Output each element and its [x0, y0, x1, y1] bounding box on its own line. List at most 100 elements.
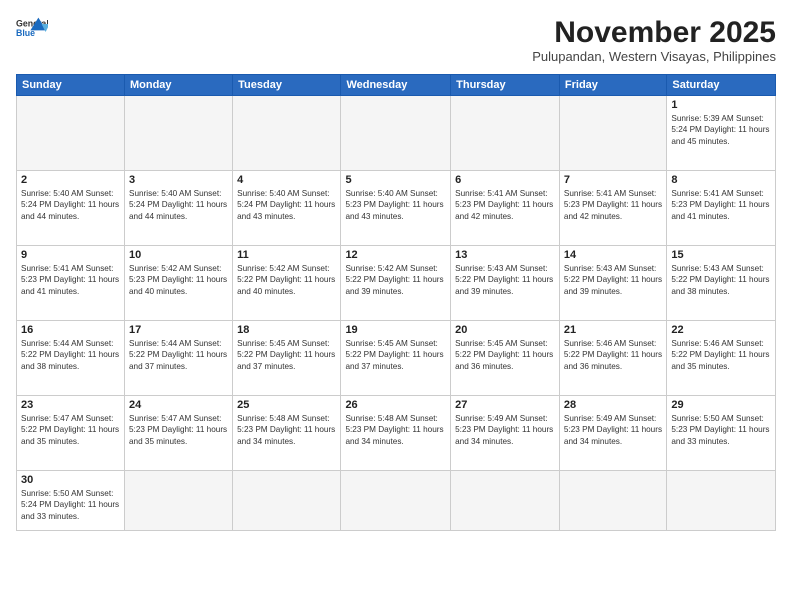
calendar-cell: 10Sunrise: 5:42 AM Sunset: 5:23 PM Dayli…: [124, 246, 232, 321]
calendar-cell: 14 Sunrise: 5:43 AM Sunset: 5:22 PM Dayli…: [559, 246, 666, 321]
calendar-cell: 16 Sunrise: 5:44 AM Sunset: 5:22 PM Dayli…: [17, 321, 125, 396]
header: General Blue November 2025 Pulupandan, W…: [16, 16, 776, 64]
day-info: Sunrise: 5:42 AM Sunset: 5:22 PM Dayligh…: [237, 263, 336, 297]
calendar-cell: 21Sunrise: 5:46 AM Sunset: 5:22 PM Dayli…: [559, 321, 666, 396]
calendar-cell: [124, 471, 232, 531]
title-section: November 2025 Pulupandan, Western Visaya…: [532, 16, 776, 64]
day-number: 5: [345, 174, 446, 186]
calendar-cell: 13Sunrise: 5:43 AM Sunset: 5:22 PM Dayli…: [451, 246, 560, 321]
day-info: Sunrise: 5:41 AM Sunset: 5:23 PM Dayligh…: [671, 188, 771, 222]
day-number: 13: [455, 249, 555, 261]
calendar-cell: 6 Sunrise: 5:41 AM Sunset: 5:23 PM Daylig…: [451, 171, 560, 246]
day-info: Sunrise: 5:41 AM Sunset: 5:23 PM Dayligh…: [455, 188, 555, 222]
day-number: 8: [671, 174, 771, 186]
calendar-cell: [124, 96, 232, 171]
day-number: 12: [345, 249, 446, 261]
day-number: 22: [671, 324, 771, 336]
calendar-header-saturday: Saturday: [667, 75, 776, 96]
day-number: 26: [345, 399, 446, 411]
calendar-cell: 17Sunrise: 5:44 AM Sunset: 5:22 PM Dayli…: [124, 321, 232, 396]
day-number: 2: [21, 174, 120, 186]
day-info: Sunrise: 5:43 AM Sunset: 5:22 PM Dayligh…: [671, 263, 771, 297]
day-info: Sunrise: 5:43 AM Sunset: 5:22 PM Dayligh…: [564, 263, 662, 297]
month-title: November 2025: [532, 16, 776, 49]
calendar-cell: 15Sunrise: 5:43 AM Sunset: 5:22 PM Dayli…: [667, 246, 776, 321]
logo: General Blue: [16, 16, 48, 44]
calendar-header-tuesday: Tuesday: [233, 75, 341, 96]
calendar-cell: [451, 471, 560, 531]
day-info: Sunrise: 5:40 AM Sunset: 5:24 PM Dayligh…: [129, 188, 228, 222]
day-info: Sunrise: 5:45 AM Sunset: 5:22 PM Dayligh…: [345, 338, 446, 372]
calendar-header-friday: Friday: [559, 75, 666, 96]
calendar-cell: 30 Sunrise: 5:50 AM Sunset: 5:24 PM Dayli…: [17, 471, 125, 531]
calendar: SundayMondayTuesdayWednesdayThursdayFrid…: [16, 74, 776, 531]
calendar-cell: 22 Sunrise: 5:46 AM Sunset: 5:22 PM Dayli…: [667, 321, 776, 396]
calendar-cell: 3 Sunrise: 5:40 AM Sunset: 5:24 PM Daylig…: [124, 171, 232, 246]
day-number: 21: [564, 324, 662, 336]
logo-icon: General Blue: [16, 16, 48, 44]
day-info: Sunrise: 5:40 AM Sunset: 5:24 PM Dayligh…: [237, 188, 336, 222]
day-info: Sunrise: 5:40 AM Sunset: 5:24 PM Dayligh…: [21, 188, 120, 222]
day-number: 7: [564, 174, 662, 186]
day-number: 28: [564, 399, 662, 411]
calendar-cell: [17, 96, 125, 171]
day-info: Sunrise: 5:48 AM Sunset: 5:23 PM Dayligh…: [345, 413, 446, 447]
calendar-cell: 27 Sunrise: 5:49 AM Sunset: 5:23 PM Dayli…: [451, 396, 560, 471]
calendar-cell: 12 Sunrise: 5:42 AM Sunset: 5:22 PM Dayli…: [341, 246, 451, 321]
day-number: 18: [237, 324, 336, 336]
day-info: Sunrise: 5:45 AM Sunset: 5:22 PM Dayligh…: [455, 338, 555, 372]
calendar-cell: [233, 471, 341, 531]
day-number: 29: [671, 399, 771, 411]
day-info: Sunrise: 5:41 AM Sunset: 5:23 PM Dayligh…: [564, 188, 662, 222]
day-info: Sunrise: 5:48 AM Sunset: 5:23 PM Dayligh…: [237, 413, 336, 447]
day-number: 11: [237, 249, 336, 261]
calendar-cell: 25 Sunrise: 5:48 AM Sunset: 5:23 PM Dayli…: [233, 396, 341, 471]
calendar-cell: 8 Sunrise: 5:41 AM Sunset: 5:23 PM Daylig…: [667, 171, 776, 246]
day-number: 9: [21, 249, 120, 261]
day-number: 27: [455, 399, 555, 411]
day-info: Sunrise: 5:49 AM Sunset: 5:23 PM Dayligh…: [564, 413, 662, 447]
day-number: 30: [21, 474, 120, 486]
day-number: 6: [455, 174, 555, 186]
calendar-cell: 1Sunrise: 5:39 AM Sunset: 5:24 PM Daylig…: [667, 96, 776, 171]
day-info: Sunrise: 5:47 AM Sunset: 5:23 PM Dayligh…: [129, 413, 228, 447]
day-info: Sunrise: 5:40 AM Sunset: 5:23 PM Dayligh…: [345, 188, 446, 222]
day-info: Sunrise: 5:50 AM Sunset: 5:24 PM Dayligh…: [21, 488, 120, 522]
calendar-cell: 28 Sunrise: 5:49 AM Sunset: 5:23 PM Dayli…: [559, 396, 666, 471]
day-number: 3: [129, 174, 228, 186]
calendar-cell: 11 Sunrise: 5:42 AM Sunset: 5:22 PM Dayli…: [233, 246, 341, 321]
day-info: Sunrise: 5:42 AM Sunset: 5:23 PM Dayligh…: [129, 263, 228, 297]
location: Pulupandan, Western Visayas, Philippines: [532, 49, 776, 64]
day-info: Sunrise: 5:49 AM Sunset: 5:23 PM Dayligh…: [455, 413, 555, 447]
calendar-cell: 18 Sunrise: 5:45 AM Sunset: 5:22 PM Dayli…: [233, 321, 341, 396]
calendar-cell: 2 Sunrise: 5:40 AM Sunset: 5:24 PM Daylig…: [17, 171, 125, 246]
calendar-cell: 4 Sunrise: 5:40 AM Sunset: 5:24 PM Daylig…: [233, 171, 341, 246]
calendar-cell: 26 Sunrise: 5:48 AM Sunset: 5:23 PM Dayli…: [341, 396, 451, 471]
calendar-cell: [559, 471, 666, 531]
day-info: Sunrise: 5:44 AM Sunset: 5:22 PM Dayligh…: [21, 338, 120, 372]
day-number: 14: [564, 249, 662, 261]
calendar-cell: 20Sunrise: 5:45 AM Sunset: 5:22 PM Dayli…: [451, 321, 560, 396]
calendar-cell: [559, 96, 666, 171]
calendar-header-wednesday: Wednesday: [341, 75, 451, 96]
day-info: Sunrise: 5:41 AM Sunset: 5:23 PM Dayligh…: [21, 263, 120, 297]
day-number: 25: [237, 399, 336, 411]
calendar-header-thursday: Thursday: [451, 75, 560, 96]
day-info: Sunrise: 5:42 AM Sunset: 5:22 PM Dayligh…: [345, 263, 446, 297]
calendar-header-monday: Monday: [124, 75, 232, 96]
day-number: 16: [21, 324, 120, 336]
day-info: Sunrise: 5:39 AM Sunset: 5:24 PM Dayligh…: [671, 113, 771, 147]
day-info: Sunrise: 5:45 AM Sunset: 5:22 PM Dayligh…: [237, 338, 336, 372]
calendar-cell: 9 Sunrise: 5:41 AM Sunset: 5:23 PM Daylig…: [17, 246, 125, 321]
calendar-header-sunday: Sunday: [17, 75, 125, 96]
day-info: Sunrise: 5:50 AM Sunset: 5:23 PM Dayligh…: [671, 413, 771, 447]
calendar-header-row: SundayMondayTuesdayWednesdayThursdayFrid…: [17, 75, 776, 96]
day-info: Sunrise: 5:46 AM Sunset: 5:22 PM Dayligh…: [671, 338, 771, 372]
calendar-cell: 7 Sunrise: 5:41 AM Sunset: 5:23 PM Daylig…: [559, 171, 666, 246]
calendar-cell: [233, 96, 341, 171]
calendar-cell: 5 Sunrise: 5:40 AM Sunset: 5:23 PM Daylig…: [341, 171, 451, 246]
calendar-cell: 29 Sunrise: 5:50 AM Sunset: 5:23 PM Dayli…: [667, 396, 776, 471]
day-number: 4: [237, 174, 336, 186]
day-number: 24: [129, 399, 228, 411]
calendar-cell: [667, 471, 776, 531]
